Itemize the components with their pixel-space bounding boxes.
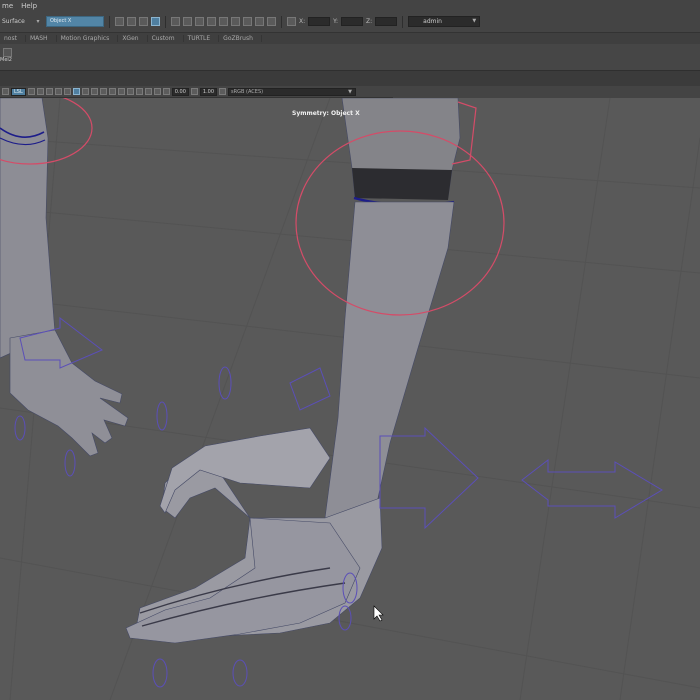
- menu-bar: me Help: [0, 0, 700, 11]
- manipulator-arrow: [289, 367, 331, 411]
- right-arm-mesh[interactable]: [125, 201, 455, 644]
- y-field[interactable]: [341, 17, 364, 26]
- viewport-3d[interactable]: Symmetry: Object X: [0, 98, 700, 700]
- finger-control: [218, 366, 232, 400]
- object-field[interactable]: Object X: [46, 16, 104, 27]
- new-scene-icon[interactable]: [115, 17, 124, 26]
- divider: [109, 15, 110, 28]
- ipr-icon[interactable]: [255, 17, 264, 26]
- divider: [402, 15, 404, 28]
- menu-item-help[interactable]: Help: [21, 2, 37, 10]
- shelf-tab[interactable]: Custom: [148, 35, 184, 42]
- shelf-button[interactable]: Mel2: [0, 48, 16, 63]
- finger-control: [14, 415, 26, 441]
- snap-grid-icon[interactable]: [171, 17, 180, 26]
- finger-control: [156, 401, 168, 431]
- left-hand: [9, 329, 129, 457]
- status-line: Surface ▾ Object X X: Y: Z: admin ▼: [0, 11, 700, 33]
- toolbar-spacer: [0, 71, 700, 86]
- render-settings-icon[interactable]: [267, 17, 276, 26]
- shelf-tab[interactable]: XGen: [118, 35, 148, 42]
- wireframe-on-shaded-icon[interactable]: [99, 88, 107, 95]
- divider: [281, 15, 282, 28]
- chevron-down-icon: ▼: [472, 18, 477, 24]
- y-label: Y:: [333, 18, 339, 25]
- grid-icon[interactable]: [45, 88, 53, 95]
- manipulator-arrow: [521, 458, 663, 519]
- colorspace-dropdown[interactable]: sRGB (ACES) ▼: [228, 87, 357, 96]
- exposure-field[interactable]: 0.00: [171, 87, 189, 96]
- x-label: X:: [299, 18, 306, 25]
- film-gate-icon[interactable]: [54, 88, 62, 95]
- forearm: [324, 201, 455, 539]
- x-field[interactable]: [308, 17, 331, 26]
- shadows-icon[interactable]: [126, 88, 134, 95]
- divider: [165, 15, 166, 28]
- left-arm-mesh[interactable]: [0, 98, 129, 457]
- grid-line: [519, 98, 611, 700]
- shelf-tab[interactable]: nost: [0, 35, 26, 42]
- gamma-field[interactable]: 1.00: [199, 87, 218, 96]
- select-camera-icon[interactable]: [2, 88, 9, 95]
- shelf-tab[interactable]: GoZBrush: [219, 35, 262, 42]
- finger-control: [64, 449, 76, 477]
- grid-line: [619, 137, 700, 700]
- shelf-tab[interactable]: Motion Graphics: [57, 35, 119, 42]
- viewport-canvas[interactable]: [0, 98, 700, 700]
- panel-toolbar: LSL 0.00 1.00 sRGB (ACES) ▼: [0, 86, 393, 98]
- mode-dropdown-icon[interactable]: ▾: [33, 18, 43, 25]
- upper-arm-shadow: [352, 168, 452, 200]
- manipulator-arrow: [379, 426, 479, 530]
- z-label: Z:: [366, 18, 373, 25]
- snap-plane-icon[interactable]: [207, 17, 216, 26]
- resolution-gate-icon[interactable]: [63, 88, 71, 95]
- symmetry-label: Symmetry: Object X: [292, 110, 360, 117]
- user-dropdown[interactable]: admin ▼: [408, 16, 481, 27]
- selection-field[interactable]: LSL: [11, 87, 26, 96]
- user-name: admin: [423, 18, 442, 25]
- image-plane-icon[interactable]: [36, 88, 44, 95]
- render-icon[interactable]: [243, 17, 252, 26]
- menu-item-window[interactable]: me: [2, 2, 13, 10]
- colorspace-value: sRGB (ACES): [231, 88, 264, 95]
- finger-control: [232, 659, 248, 687]
- smooth-shade-icon[interactable]: [90, 88, 98, 95]
- cursor-icon: [373, 605, 384, 622]
- shelf-tab[interactable]: MASH: [26, 35, 57, 42]
- finger-control: [152, 658, 168, 688]
- lighting-icon[interactable]: [117, 88, 125, 95]
- isolate-select-icon[interactable]: [153, 88, 161, 95]
- textured-icon[interactable]: [108, 88, 116, 95]
- select-tool-icon[interactable]: [151, 17, 160, 26]
- mode-selector-label[interactable]: Surface: [2, 18, 30, 25]
- shelf: Mel2: [0, 44, 700, 71]
- gate-mask-icon[interactable]: [72, 88, 80, 95]
- chevron-down-icon: ▼: [348, 88, 353, 95]
- save-scene-icon[interactable]: [139, 17, 148, 26]
- shelf-button-label: Mel2: [0, 57, 12, 63]
- snap-surface-icon[interactable]: [219, 17, 228, 26]
- gamma-icon[interactable]: [190, 88, 198, 95]
- xray-icon[interactable]: [135, 88, 143, 95]
- history-icon[interactable]: [231, 17, 240, 26]
- shelf-tabs: nost MASH Motion Graphics XGen Custom TU…: [0, 33, 700, 44]
- xray-joints-icon[interactable]: [144, 88, 152, 95]
- wireframe-icon[interactable]: [81, 88, 89, 95]
- z-field[interactable]: [375, 17, 398, 26]
- snap-curve-icon[interactable]: [183, 17, 192, 26]
- input-toggle-icon[interactable]: [287, 17, 296, 26]
- shelf-tab[interactable]: TURTLE: [184, 35, 220, 42]
- open-scene-icon[interactable]: [127, 17, 136, 26]
- script-icon: [3, 48, 12, 57]
- snap-point-icon[interactable]: [195, 17, 204, 26]
- bookmark-icon[interactable]: [27, 88, 35, 95]
- color-management-icon[interactable]: [219, 88, 227, 95]
- exposure-icon[interactable]: [162, 88, 170, 95]
